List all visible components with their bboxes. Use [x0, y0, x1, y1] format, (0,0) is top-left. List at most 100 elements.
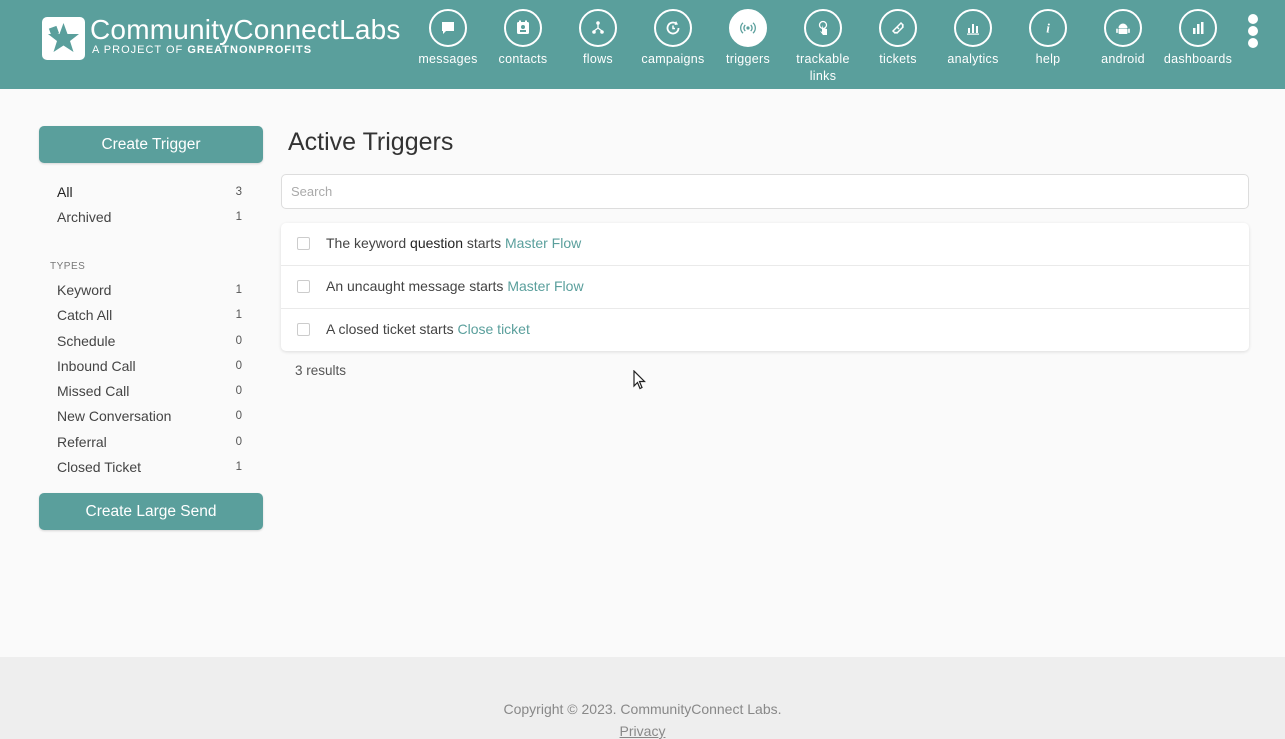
type-count: 0	[235, 359, 242, 372]
filter-item-archived[interactable]: Archived 1	[57, 209, 242, 234]
type-count: 0	[235, 410, 242, 423]
touch-link-icon	[804, 9, 842, 47]
svg-text:i: i	[1046, 21, 1050, 36]
campaign-clock-icon	[654, 9, 692, 47]
ticket-icon	[879, 9, 917, 47]
nav-label: contacts	[498, 52, 548, 66]
type-count: 1	[235, 284, 242, 296]
trigger-text: A closed ticket starts	[326, 321, 458, 337]
nav-label: messages	[418, 52, 478, 66]
results-count: 3 results	[295, 363, 347, 378]
type-label: Schedule	[57, 332, 116, 349]
filter-count: 1	[235, 211, 242, 224]
type-label: Referral	[57, 433, 107, 450]
chat-bubble-icon	[429, 9, 467, 47]
type-label: Keyword	[57, 282, 112, 298]
type-item-referral[interactable]: Referral 0	[57, 434, 242, 459]
nav-label: tickets	[879, 52, 917, 66]
brand-name: CommunityConnectLabs	[90, 14, 401, 45]
nav-item-messages[interactable]: messages	[410, 9, 486, 68]
type-item-catch-all[interactable]: Catch All 1	[57, 307, 242, 332]
nav-item-help[interactable]: i help	[1010, 9, 1086, 68]
trigger-text: The keyword	[326, 235, 411, 251]
flow-link[interactable]: Master Flow	[505, 235, 581, 251]
type-label: Inbound Call	[57, 357, 136, 374]
bar-chart-icon	[1179, 9, 1217, 47]
trigger-keyword: question	[410, 235, 463, 251]
android-icon	[1104, 9, 1142, 47]
nav-item-flows[interactable]: flows	[560, 9, 636, 68]
nav-label: trackable links	[796, 52, 850, 83]
info-icon: i	[1029, 9, 1067, 47]
trigger-list: The keyword question starts Master Flow A…	[281, 223, 1249, 351]
type-label: Catch All	[57, 307, 113, 324]
more-menu-icon[interactable]	[1248, 14, 1260, 48]
trigger-description: The keyword question starts Master Flow	[326, 235, 581, 251]
filter-count: 3	[235, 186, 242, 198]
nav-label: triggers	[725, 52, 771, 66]
row-checkbox[interactable]	[297, 237, 310, 250]
type-item-closed-ticket[interactable]: Closed Ticket 1	[57, 459, 242, 484]
top-header: CommunityConnectLabs A PROJECT OF GREATN…	[0, 0, 1285, 89]
row-checkbox[interactable]	[297, 280, 310, 293]
filter-list: All 3 Archived 1	[57, 184, 242, 235]
page-footer: Copyright © 2023. CommunityConnect Labs.…	[0, 657, 1285, 739]
filter-item-all[interactable]: All 3	[57, 184, 242, 209]
nav-label: android	[1101, 52, 1145, 66]
nav-item-campaigns[interactable]: campaigns	[635, 9, 711, 68]
type-item-missed-call[interactable]: Missed Call 0	[57, 383, 242, 408]
privacy-link[interactable]: Privacy	[0, 723, 1285, 739]
mouse-cursor-icon	[633, 370, 646, 390]
trigger-description: A closed ticket starts Close ticket	[326, 321, 530, 337]
nav-label: analytics	[947, 52, 999, 66]
trigger-row[interactable]: The keyword question starts Master Flow	[281, 223, 1249, 266]
nav-item-dashboards[interactable]: dashboards	[1160, 9, 1236, 68]
contact-card-icon	[504, 9, 542, 47]
types-heading: TYPES	[50, 261, 86, 272]
type-count: 0	[235, 435, 242, 448]
broadcast-icon	[729, 9, 767, 47]
row-checkbox[interactable]	[297, 323, 310, 336]
flow-link[interactable]: Master Flow	[507, 278, 583, 294]
type-item-keyword[interactable]: Keyword 1	[57, 282, 242, 307]
create-large-send-button[interactable]: Create Large Send	[39, 493, 263, 530]
type-count: 0	[235, 334, 242, 347]
trigger-description: An uncaught message starts Master Flow	[326, 278, 584, 294]
trigger-row[interactable]: An uncaught message starts Master Flow	[281, 266, 1249, 309]
nav-item-analytics[interactable]: analytics	[935, 9, 1011, 68]
trigger-text: starts	[462, 235, 505, 251]
type-count: 1	[235, 461, 242, 474]
type-label: New Conversation	[57, 408, 172, 425]
nav-item-trackable-links[interactable]: trackable links	[785, 9, 861, 85]
type-count: 1	[235, 309, 242, 322]
nav-label: dashboards	[1163, 52, 1233, 66]
type-label: Closed Ticket	[57, 459, 142, 476]
type-label: Missed Call	[57, 383, 130, 400]
nav-item-contacts[interactable]: contacts	[485, 9, 561, 68]
type-item-schedule[interactable]: Schedule 0	[57, 333, 242, 358]
flow-tree-icon	[579, 9, 617, 47]
nav-label: campaigns	[641, 52, 705, 66]
copyright-text: Copyright © 2023. CommunityConnect Labs.	[503, 701, 782, 717]
analytics-chart-icon	[954, 9, 992, 47]
flow-link[interactable]: Close ticket	[458, 321, 530, 337]
brand-tagline: A PROJECT OF GREATNONPROFITS	[92, 44, 313, 56]
nav-item-triggers[interactable]: triggers	[710, 9, 786, 68]
nav-label: flows	[583, 52, 613, 66]
type-item-inbound-call[interactable]: Inbound Call 0	[57, 358, 242, 383]
type-count: 0	[235, 385, 242, 398]
logo-star-icon	[42, 17, 85, 60]
brand-logo[interactable]: CommunityConnectLabs A PROJECT OF GREATN…	[42, 14, 402, 64]
create-trigger-button[interactable]: Create Trigger	[39, 126, 263, 163]
nav-item-android[interactable]: android	[1085, 9, 1161, 68]
type-list: Keyword 1 Catch All 1 Schedule 0 Inbound Call 0…	[57, 282, 242, 484]
trigger-row[interactable]: A closed ticket starts Close ticket	[281, 309, 1249, 352]
filter-label: All	[57, 184, 73, 200]
nav-label: help	[1035, 52, 1061, 66]
search-input[interactable]	[281, 174, 1249, 209]
nav-item-tickets[interactable]: tickets	[860, 9, 936, 68]
page-title: Active Triggers	[288, 128, 454, 156]
trigger-text: An uncaught message starts	[326, 278, 508, 294]
filter-label: Archived	[57, 209, 112, 226]
type-item-new-conversation[interactable]: New Conversation 0	[57, 408, 242, 433]
